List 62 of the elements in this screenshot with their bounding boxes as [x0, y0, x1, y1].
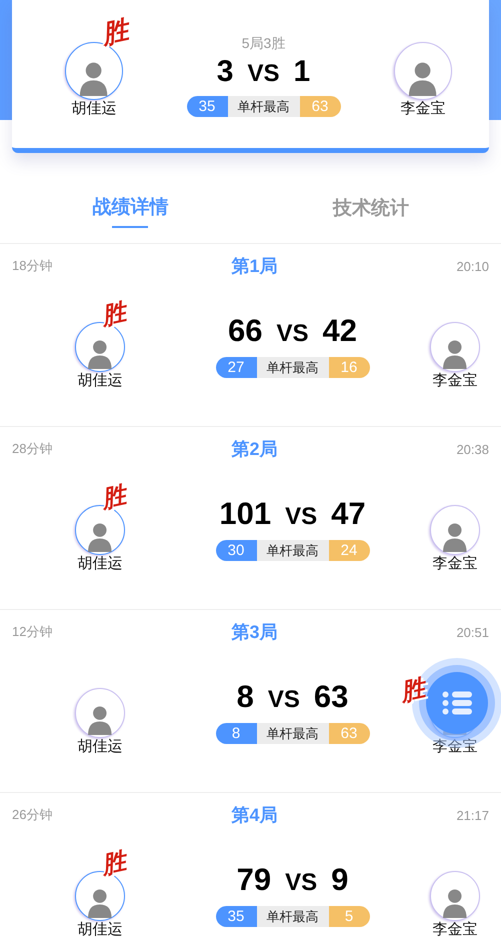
tab[interactable]: 技术统计	[332, 189, 409, 227]
break-value: 30	[216, 540, 256, 561]
player-name: 胡佳运	[78, 372, 122, 390]
score: 79	[236, 861, 272, 899]
score: 66	[228, 312, 262, 350]
player-name: 李金宝	[432, 555, 478, 573]
player-name: 李金宝	[432, 921, 478, 937]
break-label: 单杆最高	[228, 96, 300, 117]
frame-title: 第1局	[231, 255, 278, 278]
winner-label: 胜	[100, 850, 128, 878]
frame-title: 第4局	[231, 804, 278, 827]
break-value: 24	[328, 540, 370, 561]
break-label: 单杆最高	[256, 357, 328, 378]
score: 8	[236, 678, 254, 716]
vs-label: VS	[247, 59, 280, 89]
player-name: 胡佳运	[72, 100, 116, 118]
break-value: 63	[300, 96, 340, 117]
frame-duration: 12分钟	[12, 623, 52, 641]
vs-label: VS	[268, 685, 300, 715]
score: 47	[331, 495, 366, 533]
break-label: 单杆最高	[256, 906, 328, 927]
frame-time: 20:51	[456, 624, 489, 640]
frame-duration: 26分钟	[12, 806, 52, 824]
break-value: 35	[186, 96, 228, 117]
break-value: 5	[328, 906, 370, 927]
tab[interactable]: 战绩详情	[92, 188, 168, 228]
player-name: 胡佳运	[78, 738, 122, 756]
break-value: 16	[328, 357, 370, 378]
frame-title: 第3局	[231, 621, 278, 644]
score: 3	[216, 54, 234, 90]
break-label: 单杆最高	[256, 540, 328, 561]
player-name: 李金宝	[432, 738, 478, 756]
winner-label: 胜	[100, 16, 130, 48]
vs-label: VS	[285, 868, 318, 898]
frame-time: 21:17	[456, 808, 489, 822]
break-label: 单杆最高	[256, 723, 328, 744]
break-value: 35	[216, 906, 256, 927]
vs-label: VS	[285, 502, 318, 532]
break-value: 8	[216, 723, 256, 744]
score: 42	[322, 312, 357, 350]
break-value: 63	[328, 723, 370, 744]
player-name: 胡佳运	[78, 921, 122, 937]
frame-duration: 28分钟	[12, 440, 52, 458]
winner-label: 胜	[398, 676, 428, 706]
player-name: 胡佳运	[78, 555, 122, 573]
vs-label: VS	[276, 319, 308, 349]
score: 1	[294, 54, 310, 90]
frame-title: 第2局	[231, 438, 278, 461]
winner-label: 胜	[100, 484, 128, 512]
player-name: 李金宝	[432, 372, 478, 390]
score: 9	[331, 861, 348, 899]
winner-label: 胜	[100, 300, 128, 330]
score: 63	[314, 678, 348, 716]
frame-time: 20:38	[456, 442, 489, 456]
frame-time: 20:10	[456, 258, 489, 274]
player-name: 李金宝	[400, 100, 446, 118]
frame-duration: 18分钟	[12, 257, 52, 275]
menu-button[interactable]	[426, 672, 488, 734]
break-value: 27	[216, 357, 256, 378]
menu-icon	[442, 691, 472, 715]
match-format: 5局3胜	[242, 34, 286, 52]
score: 101	[219, 495, 272, 533]
